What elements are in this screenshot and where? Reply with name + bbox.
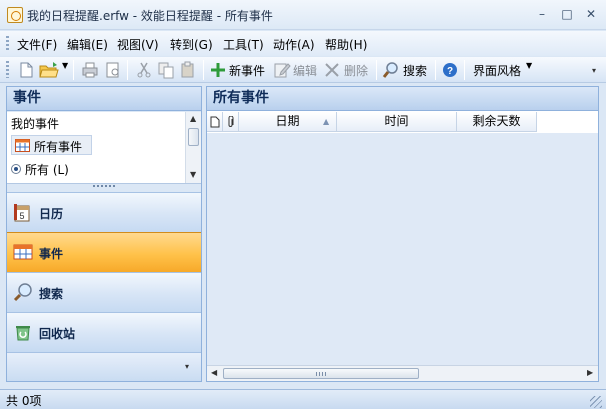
menu-tools[interactable]: 工具(T): [223, 36, 264, 53]
column-header-attachment[interactable]: [223, 112, 239, 132]
column-header-days-left[interactable]: 剩余天数: [457, 112, 537, 132]
new-event-button[interactable]: 新事件: [229, 62, 265, 79]
scroll-thumb[interactable]: [188, 128, 199, 146]
my-events-header: 我的事件: [11, 117, 60, 131]
search-button[interactable]: 搜索: [403, 62, 427, 79]
column-header-type[interactable]: [207, 112, 223, 132]
grid-icon: [15, 139, 30, 152]
print-icon[interactable]: [80, 60, 100, 80]
cut-icon[interactable]: [134, 60, 154, 80]
horizontal-scrollbar[interactable]: ◀ ▶: [207, 365, 598, 381]
toolbar-separator: [435, 60, 436, 80]
vertical-scrollbar[interactable]: ▲ ▼: [185, 112, 201, 183]
thumb-grip: [316, 372, 326, 376]
toolbar-overflow-icon[interactable]: ▾: [592, 66, 602, 78]
menu-actions[interactable]: 动作(A): [273, 36, 315, 53]
edit-button[interactable]: 编辑: [293, 62, 317, 79]
window-title: 我的日程提醒.erfw - 效能日程提醒 - 所有事件: [27, 9, 273, 23]
close-button[interactable]: ✕: [579, 5, 603, 23]
item-count: 共 0项: [6, 394, 42, 408]
scroll-up-icon[interactable]: ▲: [190, 114, 196, 123]
menu-goto[interactable]: 转到(G): [170, 36, 213, 53]
left-panel: 事件 我的事件 所有事件 所有 (L) ▲ ▼ 5 日历 事件 搜索 回收站 ▾: [6, 86, 202, 382]
delete-button[interactable]: 删除: [344, 62, 368, 79]
column-header-time[interactable]: 时间: [337, 112, 457, 132]
skin-menu-button[interactable]: 界面风格: [473, 62, 521, 79]
horizontal-scroll-thumb[interactable]: [223, 368, 419, 379]
minimize-button[interactable]: –: [530, 5, 554, 23]
nav-search-label: 搜索: [39, 287, 64, 301]
column-header-date[interactable]: 日期 ▲: [239, 112, 337, 132]
search-icon: [13, 283, 32, 302]
svg-text:5: 5: [19, 211, 24, 221]
nav-events-label: 事件: [39, 247, 64, 261]
nav-calendar-label: 日历: [39, 207, 64, 221]
right-panel: 所有事件 日期 ▲ 时间 剩余天数 ◀ ▶: [206, 86, 599, 382]
calendar-icon: 5: [14, 204, 30, 222]
scroll-right-icon[interactable]: ▶: [587, 368, 593, 377]
toolbar-separator: [73, 60, 74, 80]
status-bar: 共 0项: [0, 389, 606, 409]
all-events-label: 所有事件: [34, 140, 83, 154]
event-list[interactable]: [207, 133, 598, 365]
nav-calendar[interactable]: 5 日历: [7, 192, 201, 232]
menu-edit[interactable]: 编辑(E): [67, 36, 108, 53]
open-folder-icon[interactable]: [38, 60, 60, 80]
sort-ascending-icon: ▲: [323, 117, 330, 126]
nav-recycle-bin[interactable]: 回收站: [7, 312, 201, 352]
toolbar-separator: [203, 60, 204, 80]
column-header-days-left-label: 剩余天数: [472, 114, 521, 128]
nav-recycle-bin-label: 回收站: [39, 327, 76, 341]
help-icon[interactable]: ?: [441, 60, 459, 80]
delete-icon[interactable]: [323, 60, 341, 80]
new-file-icon[interactable]: [16, 60, 36, 80]
column-header-date-label: 日期: [275, 114, 300, 128]
left-panel-title: 事件: [7, 87, 201, 111]
scroll-left-icon[interactable]: ◀: [211, 368, 217, 377]
search-icon[interactable]: [381, 60, 401, 80]
column-header-time-label: 时间: [384, 114, 409, 128]
nav-search[interactable]: 搜索: [7, 272, 201, 312]
recycle-bin-icon: [16, 326, 30, 341]
document-icon: [210, 116, 219, 128]
menu-grip[interactable]: [6, 36, 9, 52]
nav-events[interactable]: 事件: [7, 232, 201, 272]
copy-icon[interactable]: [156, 60, 176, 80]
toolbar-separator: [464, 60, 465, 80]
print-preview-icon[interactable]: [103, 60, 123, 80]
radio-all[interactable]: [11, 164, 21, 174]
scroll-down-icon[interactable]: ▼: [190, 170, 196, 179]
toolbar-grip[interactable]: [6, 61, 9, 78]
title-bar: 我的日程提醒.erfw - 效能日程提醒 - 所有事件 – □ ✕: [0, 0, 606, 30]
radio-all-label: 所有 (L): [25, 163, 69, 177]
add-icon[interactable]: [209, 60, 227, 80]
edit-icon[interactable]: [273, 60, 291, 80]
menu-view[interactable]: 视图(V): [117, 36, 159, 53]
nav-overflow-icon[interactable]: ▾: [185, 362, 189, 371]
events-grid-icon: [13, 244, 33, 260]
attachment-icon: [228, 115, 233, 127]
svg-text:?: ?: [447, 66, 453, 77]
app-icon: [7, 7, 23, 23]
toolbar-separator: [376, 60, 377, 80]
menu-file[interactable]: 文件(F): [17, 36, 57, 53]
resize-grip-icon[interactable]: [590, 396, 602, 408]
my-events-section: 我的事件 所有事件 所有 (L) ▲ ▼: [7, 112, 201, 184]
paste-icon[interactable]: [178, 60, 198, 80]
right-panel-title: 所有事件: [207, 87, 598, 111]
maximize-button[interactable]: □: [555, 5, 579, 23]
menu-help[interactable]: 帮助(H): [325, 36, 367, 53]
all-events-item[interactable]: 所有事件: [11, 135, 92, 155]
nav-overflow[interactable]: ▾: [7, 352, 201, 381]
splitter-handle[interactable]: [93, 185, 115, 187]
toolbar-separator: [127, 60, 128, 80]
skin-dropdown-arrow-icon[interactable]: ▼: [526, 61, 532, 70]
open-dropdown-arrow-icon[interactable]: ▼: [62, 61, 68, 70]
